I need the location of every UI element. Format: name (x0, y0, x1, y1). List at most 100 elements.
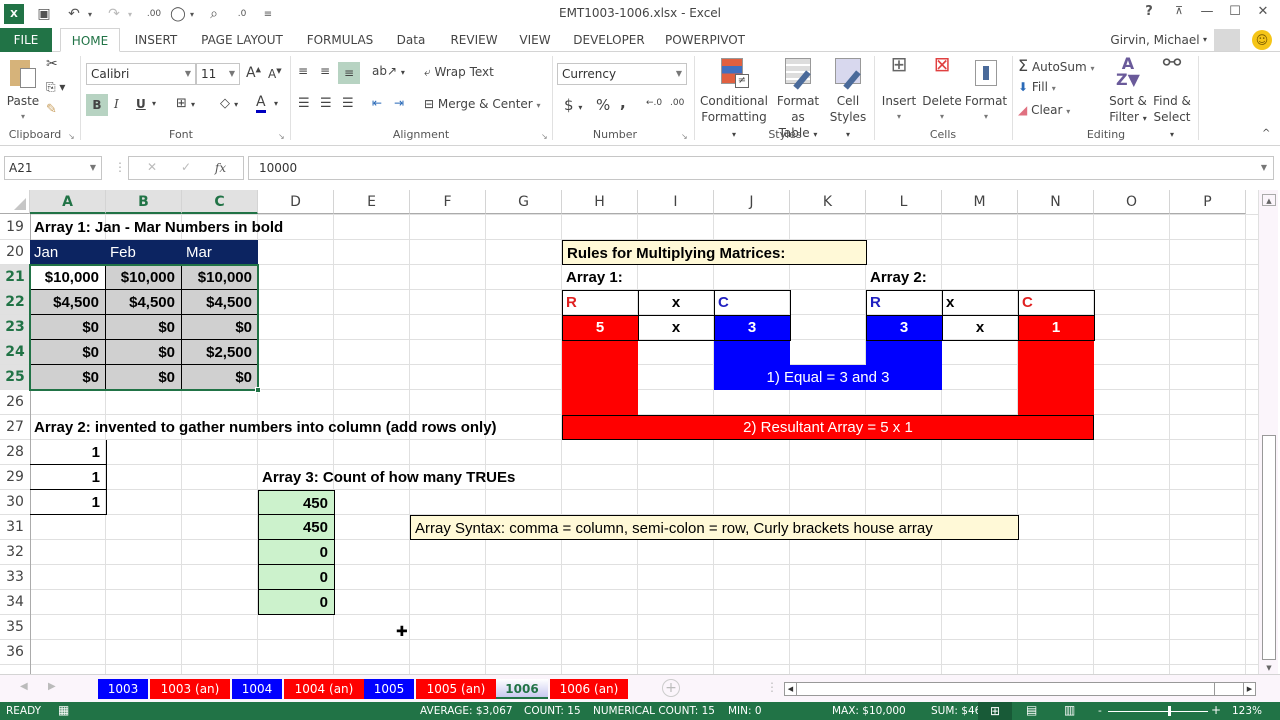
row-header-34[interactable]: 34 (0, 590, 30, 615)
underline-button[interactable]: U (136, 97, 146, 111)
paste-button[interactable]: Paste ▾ (4, 56, 42, 125)
column-header-g[interactable]: G (486, 190, 562, 214)
tab-developer[interactable]: DEVELOPER (570, 28, 648, 52)
array2-cell[interactable]: 1 (30, 465, 107, 490)
array2-cell[interactable]: 1 (30, 490, 107, 515)
sheet-tab-1003[interactable]: 1003 (98, 679, 148, 699)
sheet-tab-1004-an[interactable]: 1004 (an) (284, 679, 364, 699)
collapse-ribbon-icon[interactable]: ^ (1262, 128, 1270, 139)
font-color-dropdown-icon[interactable]: ▾ (274, 99, 278, 108)
row-header-33[interactable]: 33 (0, 565, 30, 590)
equal-dimensions-note[interactable]: 1) Equal = 3 and 3 (714, 365, 942, 390)
status-max[interactable]: MAX: $10,000 (832, 705, 906, 717)
array3-cell[interactable]: 450 (258, 490, 335, 515)
delete-cells-button[interactable]: ⊠ Delete ▾ (920, 54, 964, 125)
row-header-30[interactable]: 30 (0, 490, 30, 515)
sheet-tab-1005[interactable]: 1005 (364, 679, 414, 699)
align-left-icon[interactable]: ☰ (298, 96, 310, 111)
autosum-button[interactable]: Σ AutoSum ▾ (1018, 56, 1095, 75)
tab-review[interactable]: REVIEW (444, 28, 504, 52)
zoom-out-button[interactable]: - (1098, 705, 1102, 717)
bold-button[interactable]: B (86, 94, 108, 116)
rules-array2-label[interactable]: Array 2: (866, 265, 927, 290)
array1-header-feb[interactable]: Feb (106, 240, 182, 265)
zoom-level[interactable]: 123% (1232, 705, 1262, 717)
sheet-tab-1006-an[interactable]: 1006 (an) (550, 679, 628, 699)
array2-cols-value[interactable]: 1 (1018, 315, 1094, 340)
scroll-left-icon[interactable]: ◀ (785, 683, 797, 695)
font-size-dropdown[interactable]: 11 ▼ (196, 63, 240, 85)
horizontal-scrollbar[interactable]: ◀ ▶ (784, 682, 1256, 696)
top-align-icon[interactable]: ≡ (298, 64, 308, 78)
cancel-icon[interactable]: ✕ (147, 160, 157, 174)
zoom-in-button[interactable]: + (1211, 703, 1221, 717)
array2-times-value[interactable]: x (942, 315, 1018, 340)
select-all-button[interactable] (0, 190, 30, 214)
italic-button[interactable]: I (114, 97, 119, 111)
row-header-19[interactable]: 19 (0, 215, 30, 240)
orientation-icon[interactable]: ab↗ ▾ (372, 64, 405, 78)
increase-indent-icon[interactable]: ⇥ (394, 96, 404, 110)
format-painter-icon[interactable]: ✎ (46, 102, 57, 117)
array2-cell[interactable]: 1 (30, 440, 107, 465)
zoom-slider[interactable] (1108, 711, 1208, 712)
tab-home[interactable]: HOME (60, 28, 120, 52)
scroll-down-icon[interactable]: ▼ (1262, 662, 1276, 674)
scroll-right-icon[interactable]: ▶ (1243, 683, 1255, 695)
array1-header-jan[interactable]: Jan (30, 240, 106, 265)
font-color-icon[interactable]: A (256, 94, 266, 113)
underline-dropdown-icon[interactable]: ▾ (152, 99, 156, 108)
row-header-26[interactable]: 26 (0, 390, 30, 415)
array2-title[interactable]: Array 2: invented to gather numbers into… (30, 415, 497, 440)
page-layout-view-icon[interactable]: ▤ (1026, 703, 1037, 717)
fill-button[interactable]: ⬇ Fill ▾ (1018, 80, 1056, 94)
column-header-a[interactable]: A (30, 190, 106, 214)
array3-cell[interactable]: 0 (258, 590, 335, 615)
row-header-35[interactable]: 35 (0, 615, 30, 640)
comma-style-button[interactable]: , (620, 94, 626, 112)
font-name-dropdown[interactable]: Calibri ▼ (86, 63, 196, 85)
column-header-p[interactable]: P (1170, 190, 1246, 214)
zoom-slider-thumb[interactable] (1167, 706, 1171, 716)
expand-formula-icon[interactable]: ▼ (1261, 157, 1267, 179)
align-center-icon[interactable]: ☰ (320, 96, 332, 111)
row-header-31[interactable]: 31 (0, 515, 30, 540)
scroll-tabs-left-icon[interactable]: ◀ (20, 681, 28, 692)
tab-page-layout[interactable]: PAGE LAYOUT (196, 28, 288, 52)
tab-file[interactable]: FILE (0, 28, 52, 52)
tab-powerpivot[interactable]: POWERPIVOT (660, 28, 750, 52)
tab-view[interactable]: VIEW (514, 28, 556, 52)
array3-title[interactable]: Array 3: Count of how many TRUEs (258, 465, 515, 490)
paste-dropdown-icon[interactable]: ▾ (4, 109, 42, 125)
array2-cols-label[interactable]: C (1018, 290, 1033, 315)
tab-data[interactable]: Data (390, 28, 432, 52)
array3-cell[interactable]: 0 (258, 540, 335, 565)
format-cells-button[interactable]: Format ▾ (964, 56, 1008, 125)
clear-button[interactable]: ◢ Clear ▾ (1018, 103, 1070, 117)
column-header-e[interactable]: E (334, 190, 410, 214)
column-header-i[interactable]: I (638, 190, 714, 214)
close-button[interactable]: ✕ (1252, 4, 1274, 24)
macro-recording-icon[interactable]: ▦ (58, 703, 69, 717)
user-dropdown-icon[interactable]: ▾ (1200, 28, 1210, 52)
formula-input[interactable]: 10000 ▼ (248, 156, 1274, 180)
decrease-font-icon[interactable]: A▼ (268, 67, 282, 81)
cut-icon[interactable]: ✂ (46, 56, 58, 72)
column-header-l[interactable]: L (866, 190, 942, 214)
name-box[interactable]: A21 ▼ (4, 156, 102, 180)
maximize-button[interactable]: ☐ (1224, 4, 1246, 24)
column-header-d[interactable]: D (258, 190, 334, 214)
array1-title[interactable]: Array 1: Jan - Mar Numbers in bold (30, 215, 283, 240)
enter-icon[interactable]: ✓ (181, 160, 191, 174)
column-header-m[interactable]: M (942, 190, 1018, 214)
tab-formulas[interactable]: FORMULAS (302, 28, 378, 52)
number-format-dropdown[interactable]: Currency ▼ (557, 63, 687, 85)
increase-decimal-button[interactable]: ←.0 (646, 98, 662, 108)
row-header-24[interactable]: 24 (0, 340, 30, 365)
rules-array1-label[interactable]: Array 1: (562, 265, 623, 290)
column-header-c[interactable]: C (182, 190, 258, 214)
array-syntax-note[interactable]: Array Syntax: comma = column, semi-colon… (410, 515, 1019, 540)
array1-times-value[interactable]: x (638, 315, 714, 340)
percent-style-button[interactable]: % (596, 96, 610, 114)
status-count[interactable]: COUNT: 15 (524, 705, 581, 717)
